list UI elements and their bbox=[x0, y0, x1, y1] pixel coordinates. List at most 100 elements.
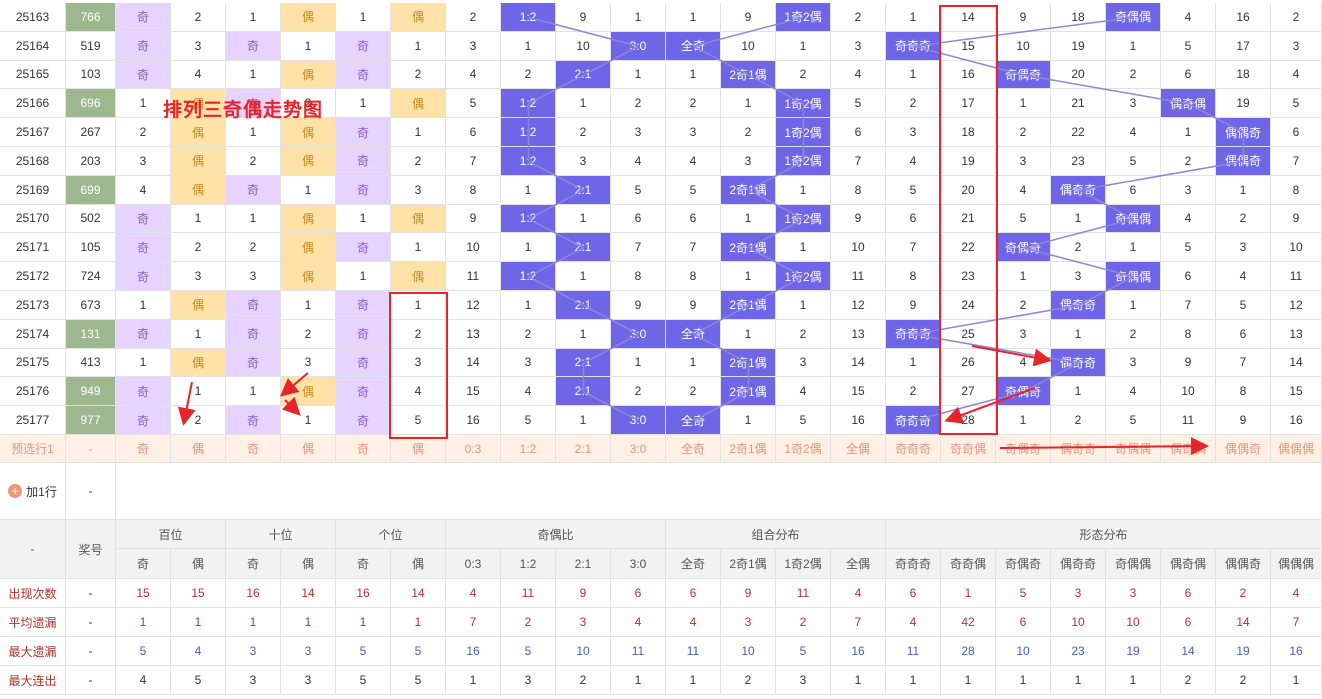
preselect-option[interactable]: 奇 bbox=[336, 435, 391, 463]
form-hit: 奇偶偶 bbox=[1106, 204, 1161, 234]
preselect-label[interactable]: 预选行1 bbox=[0, 435, 66, 463]
bai-even-cell: 3 bbox=[171, 31, 226, 61]
header-sub: 偶 bbox=[281, 549, 336, 579]
ratio-miss: 4 bbox=[611, 147, 666, 176]
stat-value: 2 bbox=[1161, 666, 1216, 695]
stat-dash: - bbox=[66, 666, 116, 695]
preselect-option[interactable]: 1奇2偶 bbox=[776, 435, 831, 463]
combo-miss: 1 bbox=[721, 319, 776, 349]
form-miss: 4 bbox=[1271, 60, 1322, 90]
combo-miss: 3 bbox=[831, 31, 886, 61]
form-miss: 17 bbox=[941, 89, 996, 119]
preselect-option[interactable]: 2奇1偶 bbox=[721, 435, 776, 463]
prize-number: 949 bbox=[66, 377, 116, 407]
form-miss: 5 bbox=[1161, 233, 1216, 263]
preselect-option[interactable]: 偶奇奇 bbox=[1051, 435, 1106, 463]
form-miss: 4 bbox=[996, 175, 1051, 205]
preselect-option[interactable]: 奇奇奇 bbox=[886, 435, 941, 463]
stat-value: 14 bbox=[391, 579, 446, 608]
stat-value: 4 bbox=[446, 579, 501, 608]
bai-odd-cell: 1 bbox=[116, 348, 171, 378]
header-sub: 奇偶奇 bbox=[996, 549, 1051, 579]
issue-number: 25171 bbox=[0, 233, 66, 263]
preselect-option[interactable]: 偶 bbox=[281, 435, 336, 463]
preselect-option[interactable]: 2:1 bbox=[556, 435, 611, 463]
issue-number: 25167 bbox=[0, 118, 66, 147]
ratio-miss: 3 bbox=[446, 31, 501, 61]
preselect-option[interactable]: 全偶 bbox=[831, 435, 886, 463]
preselect-option[interactable]: 偶偶偶 bbox=[1271, 435, 1322, 463]
ge-odd-cell: 奇 bbox=[336, 377, 391, 407]
form-miss: 9 bbox=[1271, 204, 1322, 234]
combo-miss: 7 bbox=[831, 147, 886, 176]
shi-odd-cell: 1 bbox=[226, 377, 281, 407]
stat-value: 1 bbox=[171, 608, 226, 637]
ratio-hit: 1:2 bbox=[501, 3, 556, 32]
header-sub: 偶偶奇 bbox=[1216, 549, 1271, 579]
stat-value: 4 bbox=[831, 579, 886, 608]
stat-value: 4 bbox=[116, 666, 171, 695]
ge-even-cell: 偶 bbox=[391, 204, 446, 234]
ratio-miss: 7 bbox=[446, 147, 501, 176]
shi-odd-cell: 1 bbox=[226, 60, 281, 90]
ratio-hit: 1:2 bbox=[501, 204, 556, 234]
preselect-option[interactable]: 1:2 bbox=[501, 435, 556, 463]
shi-even-cell: 2 bbox=[281, 319, 336, 349]
stat-value: 2 bbox=[721, 666, 776, 695]
header-sub: 2奇1偶 bbox=[721, 549, 776, 579]
form-miss: 27 bbox=[941, 377, 996, 407]
ratio-hit: 3:0 bbox=[611, 406, 666, 435]
combo-miss: 13 bbox=[831, 319, 886, 349]
header-sub: 2:1 bbox=[556, 549, 611, 579]
stat-value: 6 bbox=[611, 579, 666, 608]
preselect-number[interactable]: - bbox=[66, 435, 116, 463]
preselect-option[interactable]: 偶 bbox=[391, 435, 446, 463]
issue-number: 25163 bbox=[0, 3, 66, 32]
ratio-miss: 5 bbox=[611, 175, 666, 205]
combo-miss: 15 bbox=[831, 377, 886, 407]
stat-value: 7 bbox=[1271, 608, 1322, 637]
preselect-option[interactable]: 奇奇偶 bbox=[941, 435, 996, 463]
stat-value: 1 bbox=[226, 608, 281, 637]
preselect-option[interactable]: 0:3 bbox=[446, 435, 501, 463]
ratio-miss: 5 bbox=[501, 406, 556, 435]
form-hit: 偶奇奇 bbox=[1051, 175, 1106, 205]
header-sub: 奇奇奇 bbox=[886, 549, 941, 579]
preselect-option[interactable]: 偶偶奇 bbox=[1216, 435, 1271, 463]
form-miss: 8 bbox=[1216, 377, 1271, 407]
stat-value: 5 bbox=[391, 666, 446, 695]
bai-even-cell: 2 bbox=[171, 233, 226, 263]
form-miss: 20 bbox=[941, 175, 996, 205]
preselect-option[interactable]: 奇 bbox=[116, 435, 171, 463]
form-miss: 2 bbox=[1216, 204, 1271, 234]
preselect-option[interactable]: 3:0 bbox=[611, 435, 666, 463]
form-miss: 9 bbox=[996, 3, 1051, 32]
add-row-button[interactable]: + 加1行 bbox=[0, 463, 66, 520]
preselect-option[interactable]: 奇 bbox=[226, 435, 281, 463]
form-miss: 2 bbox=[1051, 406, 1106, 435]
preselect-option[interactable]: 全奇 bbox=[666, 435, 721, 463]
preselect-option[interactable]: 奇偶奇 bbox=[996, 435, 1051, 463]
combo-miss: 7 bbox=[666, 233, 721, 263]
ge-even-cell: 偶 bbox=[391, 262, 446, 291]
preselect-option[interactable]: 奇偶偶 bbox=[1106, 435, 1161, 463]
bai-even-cell: 2 bbox=[171, 406, 226, 435]
stat-value: 4 bbox=[1271, 579, 1322, 608]
ge-even-cell: 2 bbox=[391, 60, 446, 90]
ge-odd-cell: 奇 bbox=[336, 147, 391, 176]
plus-icon: + bbox=[8, 484, 23, 498]
preselect-option[interactable]: 偶 bbox=[171, 435, 226, 463]
ratio-miss: 1 bbox=[556, 89, 611, 119]
stat-value: 1 bbox=[666, 666, 721, 695]
form-miss: 1 bbox=[996, 406, 1051, 435]
ratio-hit: 2:1 bbox=[556, 233, 611, 263]
preselect-option[interactable]: 偶奇偶 bbox=[1161, 435, 1216, 463]
stat-value: 10 bbox=[1051, 608, 1106, 637]
form-miss: 21 bbox=[941, 204, 996, 234]
stat-value: 3 bbox=[226, 637, 281, 666]
form-miss: 6 bbox=[1161, 60, 1216, 90]
prize-number: 103 bbox=[66, 60, 116, 90]
stat-value: 3 bbox=[226, 666, 281, 695]
shi-odd-cell: 1 bbox=[226, 3, 281, 32]
form-miss: 5 bbox=[1271, 89, 1322, 119]
